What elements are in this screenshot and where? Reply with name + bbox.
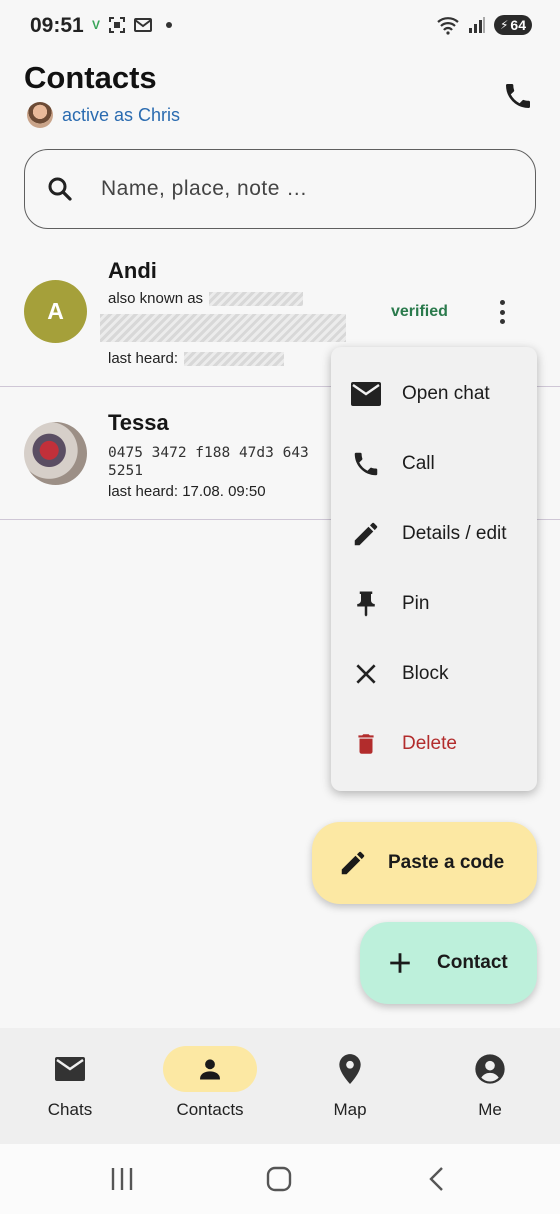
active-account-label: active as Chris — [62, 104, 181, 125]
menu-item-label: Details / edit — [402, 523, 507, 544]
contact-name: Andi — [108, 258, 157, 283]
search-icon — [48, 177, 72, 201]
contact-name: Tessa — [108, 410, 169, 435]
nav-item-me[interactable]: Me — [420, 1028, 560, 1144]
more-options-icon[interactable] — [490, 298, 514, 326]
pin-icon — [351, 589, 381, 619]
back-icon[interactable] — [424, 1164, 448, 1194]
contact-alias-row: also known as — [108, 290, 304, 307]
last-heard: last heard: 17.08. 09:50 — [108, 483, 266, 500]
account-circle-icon — [443, 1046, 537, 1092]
verified-badge: verified — [391, 303, 448, 320]
menu-item-details-edit[interactable]: Details / edit — [331, 499, 537, 569]
menu-item-label: Call — [402, 453, 435, 474]
menu-item-label: Pin — [402, 593, 430, 614]
menu-item-delete[interactable]: Delete — [331, 709, 537, 779]
person-icon — [163, 1046, 257, 1092]
system-navigation-bar — [0, 1144, 560, 1214]
battery-indicator: ⚡ 64 — [493, 15, 532, 35]
edit-icon — [341, 851, 365, 875]
recent-apps-icon[interactable] — [109, 1164, 135, 1194]
mail-notification-icon — [134, 18, 153, 32]
paste-code-label: Paste a code — [388, 852, 505, 873]
screenshot-icon — [109, 17, 126, 33]
active-account-row[interactable]: active as Chris — [27, 102, 180, 128]
home-icon[interactable] — [265, 1164, 293, 1194]
vpn-icon: V — [92, 18, 101, 32]
charging-bolt-icon: ⚡ — [499, 18, 509, 32]
menu-item-call[interactable]: Call — [331, 429, 537, 499]
edit-icon — [351, 519, 381, 549]
dot-icon — [166, 22, 173, 28]
nav-label: Chats — [47, 1100, 93, 1119]
menu-item-label: Block — [402, 663, 449, 684]
avatar: A — [24, 280, 87, 343]
last-heard-label: last heard: — [108, 350, 179, 367]
nav-item-contacts[interactable]: Contacts — [140, 1028, 280, 1144]
status-bar: 09:51 V ⚡ 64 — [0, 0, 560, 52]
nav-label: Map — [333, 1100, 367, 1119]
plus-icon — [390, 953, 410, 973]
menu-item-label: Delete — [402, 733, 457, 754]
contact-code: 0475 3472 f188 47d3 643 5251 — [108, 445, 309, 479]
trash-icon — [351, 729, 381, 759]
avatar — [27, 102, 53, 128]
menu-item-block[interactable]: Block — [331, 639, 537, 709]
battery-level: 64 — [510, 17, 526, 33]
add-contact-label: Contact — [437, 952, 508, 973]
add-contact-button[interactable]: Contact — [360, 922, 537, 1004]
status-notification-icons: V — [92, 16, 173, 34]
status-system-icons: ⚡ 64 — [436, 15, 532, 35]
nav-item-map[interactable]: Map — [280, 1028, 420, 1144]
menu-item-label: Open chat — [402, 383, 490, 404]
page-title: Contacts — [24, 60, 157, 95]
status-time: 09:51 — [30, 14, 84, 37]
nav-label: Contacts — [176, 1100, 244, 1119]
nav-label: Me — [478, 1100, 502, 1119]
mail-icon — [23, 1046, 117, 1092]
menu-item-pin[interactable]: Pin — [331, 569, 537, 639]
mail-icon — [351, 379, 381, 409]
context-menu: Open chat Call Details / edit Pin Block … — [331, 347, 537, 791]
bottom-navigation: Chats Contacts Map Me — [0, 1028, 560, 1144]
wifi-icon — [437, 17, 459, 35]
nav-item-chats[interactable]: Chats — [0, 1028, 140, 1144]
phone-icon[interactable] — [502, 80, 534, 112]
signal-icon — [468, 17, 485, 33]
avatar — [24, 422, 87, 485]
redacted-alias — [209, 292, 304, 307]
phone-icon — [351, 449, 381, 479]
redacted-code — [100, 314, 346, 342]
search-input[interactable] — [101, 177, 481, 201]
paste-code-button[interactable]: Paste a code — [312, 822, 537, 904]
close-icon — [351, 659, 381, 689]
search-bar[interactable] — [24, 149, 536, 229]
menu-item-open-chat[interactable]: Open chat — [331, 359, 537, 429]
redacted-last-heard — [184, 352, 285, 367]
last-heard-row: last heard: — [108, 350, 285, 367]
location-pin-icon — [303, 1046, 397, 1092]
also-known-as-label: also known as — [108, 290, 204, 307]
